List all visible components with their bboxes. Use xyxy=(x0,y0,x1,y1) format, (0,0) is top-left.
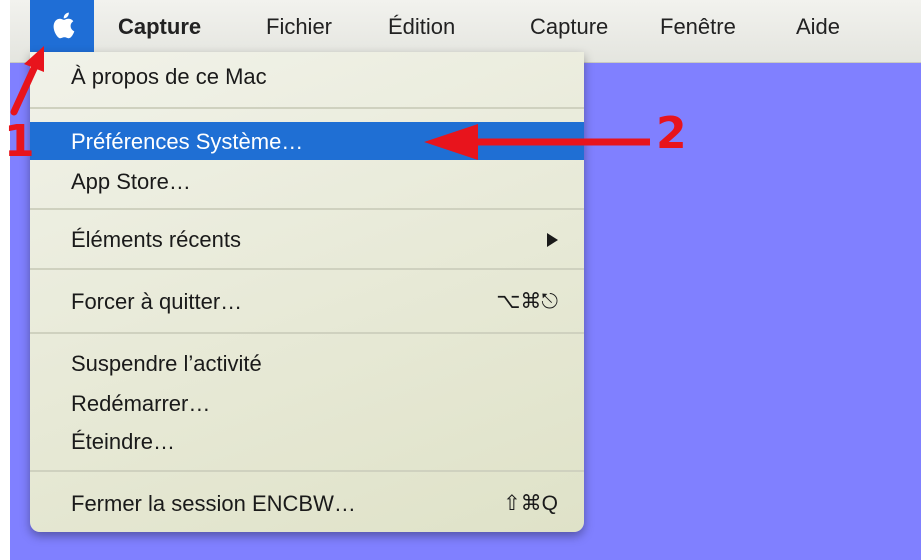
arrow-1-icon xyxy=(10,46,44,116)
annotation-step-1: 1 xyxy=(4,116,35,167)
annotation-arrows xyxy=(10,46,650,160)
arrow-2-icon xyxy=(424,124,650,160)
annotation-step-2: 2 xyxy=(656,108,687,159)
